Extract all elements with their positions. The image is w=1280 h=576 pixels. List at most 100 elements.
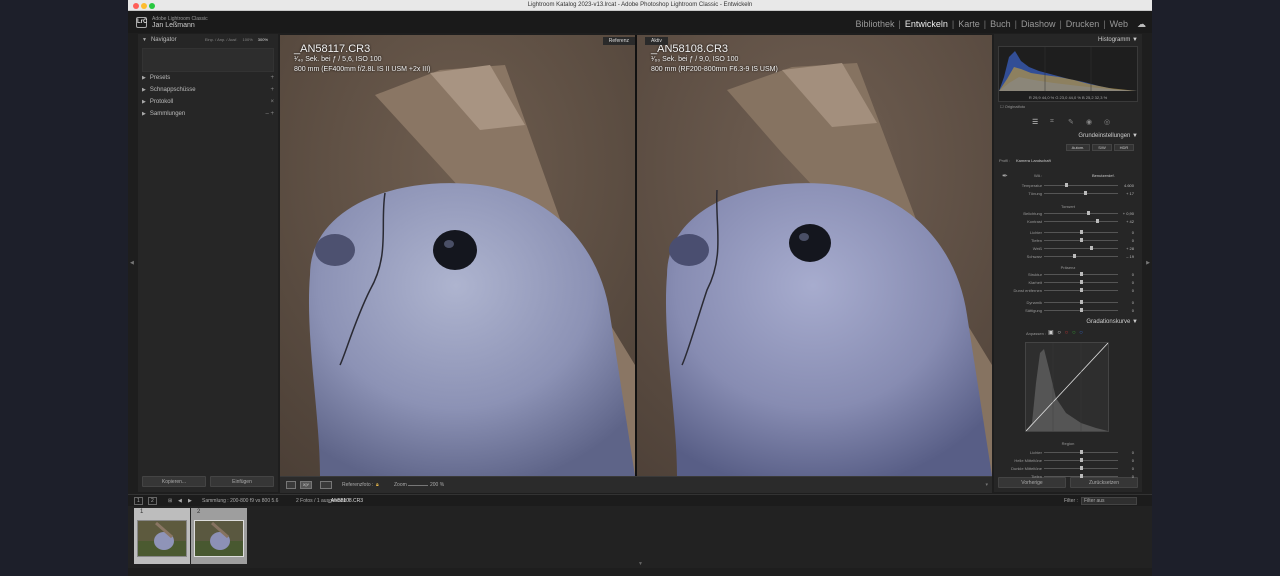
slider-value[interactable]: + 28 bbox=[1114, 245, 1134, 252]
loupe-view-button[interactable] bbox=[286, 481, 296, 489]
slider-lichter[interactable]: Lichter 0 bbox=[998, 229, 1134, 236]
curve-channel-icons[interactable]: ▣ ○ ○ ○ ○ bbox=[1048, 329, 1084, 336]
auto-button[interactable]: Autom. bbox=[1066, 144, 1090, 151]
slider-value[interactable]: 0 bbox=[1114, 271, 1134, 278]
right-panel-toggle-icon[interactable]: ▶ bbox=[1146, 260, 1150, 266]
slider-belichtung[interactable]: Belichtung + 0,90 bbox=[998, 210, 1134, 217]
slider-handle[interactable] bbox=[1080, 280, 1083, 284]
copy-button[interactable]: Kopieren... bbox=[142, 476, 206, 487]
zoom-slider[interactable] bbox=[408, 485, 428, 486]
basic-header[interactable]: Grundeinstellungen ▼ bbox=[994, 131, 1142, 141]
masking-icon[interactable]: ◎ bbox=[1104, 118, 1110, 126]
slider-handle[interactable] bbox=[1080, 474, 1083, 478]
slider-tönung[interactable]: Tönung + 17 bbox=[998, 190, 1134, 197]
filter-select[interactable]: Filter aus bbox=[1081, 497, 1137, 505]
slider-value[interactable]: 0 bbox=[1114, 307, 1134, 314]
crop-icon[interactable]: ⌗ bbox=[1050, 118, 1054, 126]
edit-icon[interactable]: ☰ bbox=[1032, 118, 1038, 126]
navigator-zoom-options[interactable]: Einp. / Anp. / Ausf. 100% 300% bbox=[200, 34, 268, 46]
heal-icon[interactable]: ✎ bbox=[1068, 118, 1074, 126]
slider-sättigung[interactable]: Sättigung 0 bbox=[998, 307, 1134, 314]
module-web[interactable]: Web bbox=[1110, 19, 1128, 29]
original-photo-checkbox[interactable]: ☐ Originalfoto bbox=[1000, 104, 1025, 109]
slider-value[interactable]: + 42 bbox=[1114, 218, 1134, 225]
slider-handle[interactable] bbox=[1065, 183, 1069, 187]
navigator-zoom-option[interactable]: 100% bbox=[243, 37, 253, 42]
slider-track[interactable] bbox=[1044, 185, 1118, 186]
histogram[interactable] bbox=[998, 46, 1138, 102]
swap-button[interactable] bbox=[320, 481, 332, 489]
module-bibliothek[interactable]: Bibliothek bbox=[855, 19, 894, 29]
filmstrip-thumb[interactable]: 2 bbox=[191, 508, 247, 564]
slider-weiß[interactable]: Weiß + 28 bbox=[998, 245, 1134, 252]
section-action-icon[interactable]: – + bbox=[265, 108, 274, 120]
slider-klarheit[interactable]: Klarheit 0 bbox=[998, 279, 1134, 286]
slider-handle[interactable] bbox=[1080, 308, 1083, 312]
slider-value[interactable]: 0 bbox=[1114, 237, 1134, 244]
slider-dynamik[interactable]: Dynamik 0 bbox=[998, 299, 1134, 306]
slider-handle[interactable] bbox=[1080, 238, 1083, 242]
module-diashow[interactable]: Diashow bbox=[1021, 19, 1056, 29]
slider-value[interactable]: 4.600 bbox=[1114, 182, 1134, 189]
navigator-zoom-option[interactable]: Einp. / Anp. / Ausf. bbox=[205, 37, 238, 42]
tone-curve-graph[interactable] bbox=[1025, 342, 1109, 432]
reference-photo-pane[interactable]: _AN58117.CR3 ¹⁄₄₀ Sek. bei ƒ / 5,6, ISO … bbox=[280, 35, 635, 476]
left-panel-toggle-icon[interactable]: ◀ bbox=[130, 260, 134, 266]
paste-button[interactable]: Einfügen bbox=[210, 476, 274, 487]
slider-value[interactable]: 0 bbox=[1114, 279, 1134, 286]
red-eye-icon[interactable]: ◉ bbox=[1086, 118, 1092, 126]
compare-view-button[interactable]: X|Y bbox=[300, 481, 312, 489]
module-entwickeln[interactable]: Entwickeln bbox=[905, 19, 948, 29]
slider-value[interactable]: + 0,90 bbox=[1114, 210, 1134, 217]
slider-value[interactable]: + 17 bbox=[1114, 190, 1134, 197]
slider-track[interactable] bbox=[1044, 256, 1118, 257]
module-drucken[interactable]: Drucken bbox=[1066, 19, 1100, 29]
bw-button[interactable]: S/W bbox=[1092, 144, 1112, 151]
slider-value[interactable]: 0 bbox=[1114, 449, 1134, 456]
slider-value[interactable]: 0 bbox=[1114, 299, 1134, 306]
navigator-preview[interactable] bbox=[142, 48, 274, 72]
section-action-icon[interactable]: × bbox=[270, 96, 274, 108]
slider-track[interactable] bbox=[1044, 248, 1118, 249]
navigator-zoom-option[interactable]: 300% bbox=[258, 37, 268, 42]
slider-track[interactable] bbox=[1044, 213, 1118, 214]
active-photo-pane[interactable]: _AN58108.CR3 ¹⁄₆₀ Sek. bei ƒ / 9,0, ISO … bbox=[637, 35, 992, 476]
slider-schwarz[interactable]: Schwarz – 19 bbox=[998, 253, 1134, 260]
slider-handle[interactable] bbox=[1080, 272, 1083, 276]
page-2-button[interactable]: 2 bbox=[148, 497, 157, 505]
slider-handle[interactable] bbox=[1087, 211, 1091, 215]
slider-value[interactable]: 0 bbox=[1114, 229, 1134, 236]
histogram-header[interactable]: Histogramm ▼ bbox=[994, 35, 1142, 45]
eyedropper-icon[interactable]: ✒ bbox=[1002, 172, 1008, 180]
tone-curve-header[interactable]: Gradationskurve ▼ bbox=[994, 317, 1142, 327]
slider-dunst-entfernen[interactable]: Dunst entfernen 0 bbox=[998, 287, 1134, 294]
profile-value[interactable]: Kamera Landschaft bbox=[1016, 158, 1051, 163]
section-action-icon[interactable]: + bbox=[270, 84, 274, 96]
module-karte[interactable]: Karte bbox=[958, 19, 980, 29]
slider-handle[interactable] bbox=[1083, 191, 1087, 195]
forward-arrow-icon[interactable]: ▶ bbox=[188, 498, 192, 504]
section-protokoll[interactable]: ▶ Protokoll × bbox=[138, 96, 278, 108]
slider-helle-mitteltöne[interactable]: Helle Mitteltöne 0 bbox=[998, 457, 1134, 464]
navigator-header[interactable]: ▼ Navigator Einp. / Anp. / Ausf. 100% 300% bbox=[138, 34, 278, 46]
slider-handle[interactable] bbox=[1090, 246, 1094, 250]
slider-value[interactable]: 0 bbox=[1114, 465, 1134, 472]
slider-value[interactable]: 0 bbox=[1114, 473, 1134, 480]
section-schnappschüsse[interactable]: ▶ Schnappschüsse + bbox=[138, 84, 278, 96]
module-buch[interactable]: Buch bbox=[990, 19, 1011, 29]
filmstrip-thumb[interactable]: 1 bbox=[134, 508, 190, 564]
slider-handle[interactable] bbox=[1080, 458, 1083, 462]
slider-tiefen[interactable]: Tiefen 0 bbox=[998, 473, 1134, 480]
slider-track[interactable] bbox=[1044, 193, 1118, 194]
slider-dunkle-mitteltöne[interactable]: Dunkle Mitteltöne 0 bbox=[998, 465, 1134, 472]
grid-icon[interactable]: ⊞ bbox=[168, 498, 172, 504]
slider-track[interactable] bbox=[1044, 221, 1118, 222]
slider-handle[interactable] bbox=[1080, 450, 1083, 454]
section-presets[interactable]: ▶ Presets + bbox=[138, 72, 278, 84]
slider-value[interactable]: 0 bbox=[1114, 457, 1134, 464]
selected-filename[interactable]: _AN58108.CR3 bbox=[328, 498, 363, 504]
section-action-icon[interactable]: + bbox=[270, 72, 274, 84]
wb-value[interactable]: Benutzerdef. bbox=[1092, 173, 1115, 178]
slider-handle[interactable] bbox=[1080, 300, 1083, 304]
slider-handle[interactable] bbox=[1080, 466, 1083, 470]
